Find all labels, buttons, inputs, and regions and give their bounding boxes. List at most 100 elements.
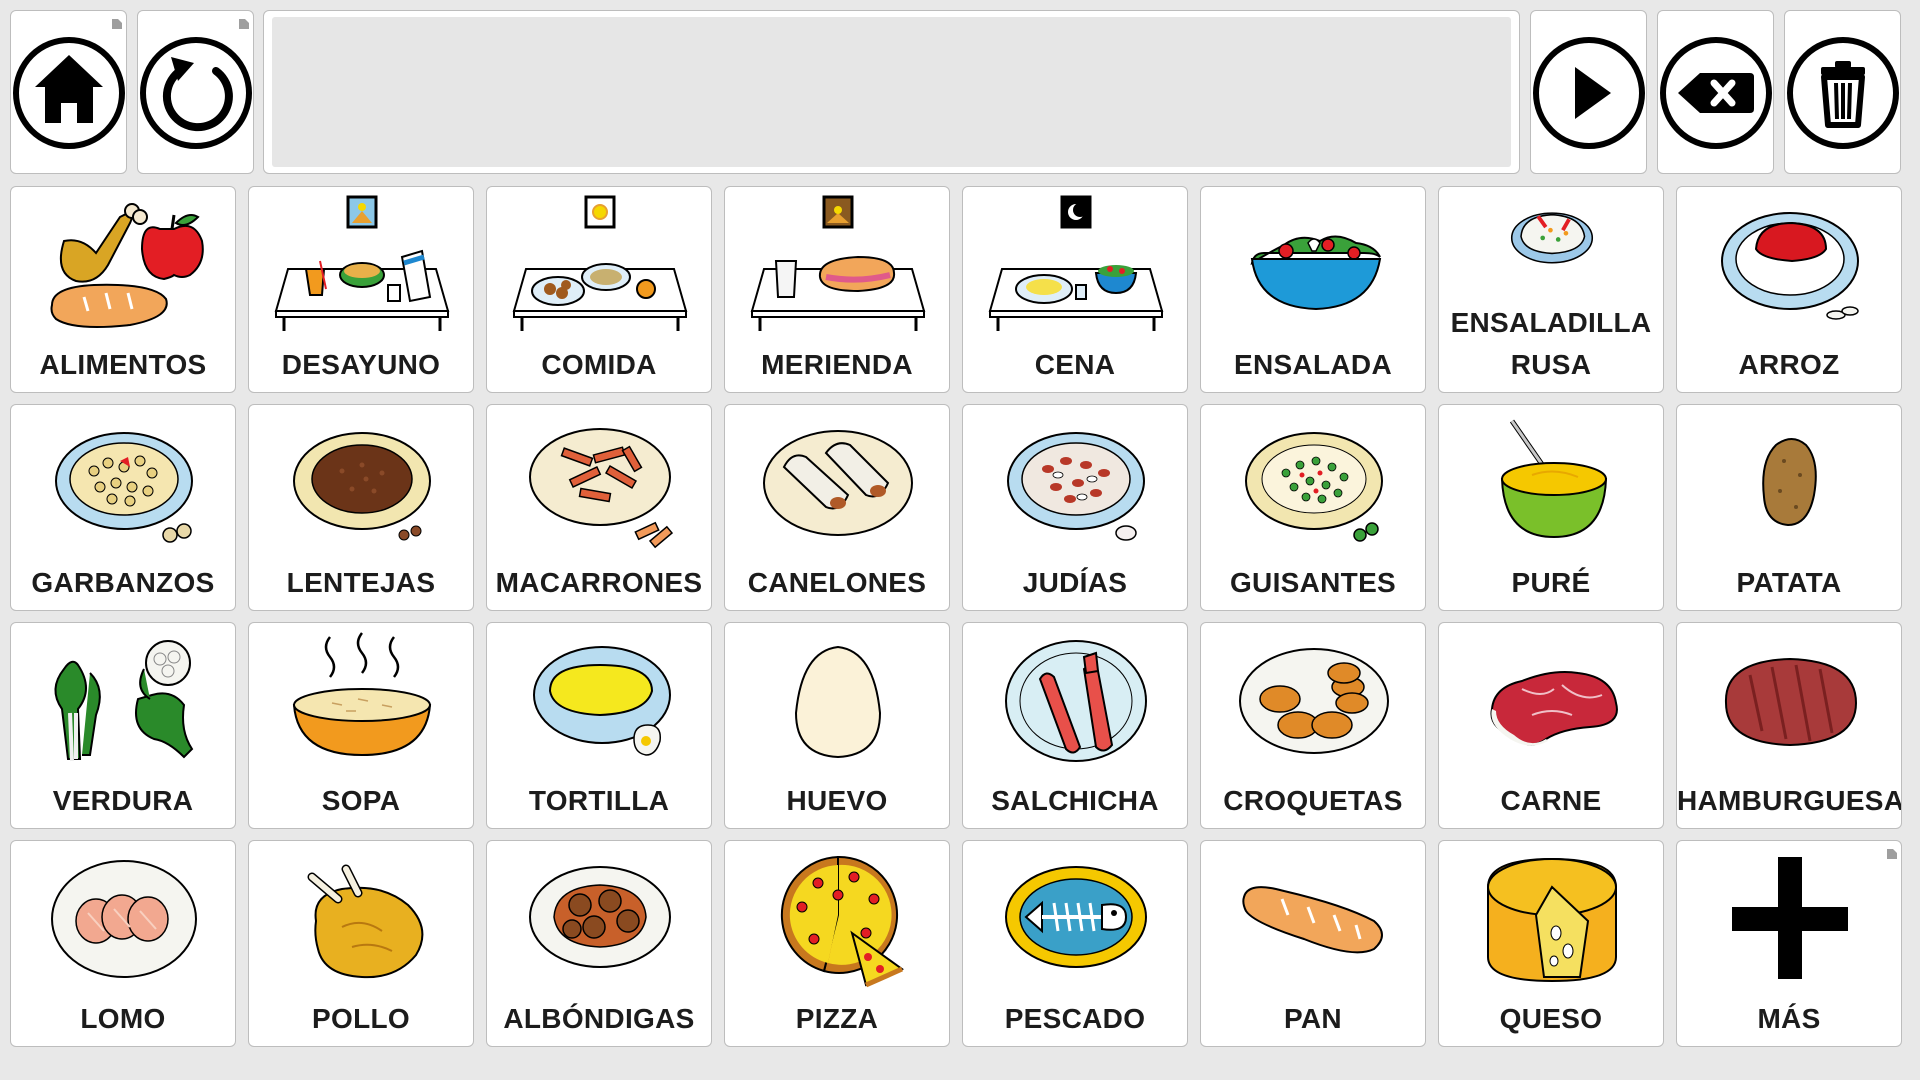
tile-label: CENA	[1034, 349, 1116, 380]
tile-queso[interactable]: QUESO	[1438, 840, 1664, 1047]
tile-label: LOMO	[80, 1003, 166, 1034]
tile-label-line1: ENSALADILLA	[1450, 307, 1652, 338]
tile-ensaladilla-rusa[interactable]: ENSALADILLA RUSA	[1438, 186, 1664, 393]
tile-lentejas[interactable]: LENTEJAS	[248, 404, 474, 611]
tile-judias[interactable]: JUDÍAS	[962, 404, 1188, 611]
tile-verdura[interactable]: VERDURA	[10, 622, 236, 829]
salad-bowl-icon	[1250, 235, 1382, 311]
play-icon	[1533, 37, 1645, 149]
dinner-table-icon	[988, 195, 1164, 331]
tile-albondigas[interactable]: ALBÓNDIGAS	[486, 840, 712, 1047]
tile-label: ENSALADA	[1234, 349, 1392, 380]
tile-label-line2: RUSA	[1510, 349, 1592, 380]
food-group-icon	[50, 203, 204, 328]
tile-label: CROQUETAS	[1223, 785, 1403, 816]
tile-arroz[interactable]: ARROZ	[1676, 186, 1902, 393]
undo-icon	[140, 37, 252, 149]
tile-merienda[interactable]: MERIENDA	[724, 186, 950, 393]
tile-lomo[interactable]: LOMO	[10, 840, 236, 1047]
russian-salad-icon	[1510, 212, 1594, 264]
cannelloni-plate-icon	[763, 430, 913, 536]
tile-hamburguesa[interactable]: HAMBURGUESA	[1676, 622, 1902, 829]
backspace-button[interactable]	[1657, 10, 1774, 174]
tile-label: ENSALADILLA RUSA	[1439, 302, 1663, 386]
sentence-display	[272, 17, 1511, 167]
tile-comida[interactable]: COMIDA	[486, 186, 712, 393]
chickpeas-plate-icon	[55, 432, 193, 543]
omelette-plate-icon	[533, 646, 671, 756]
tile-carne[interactable]: CARNE	[1438, 622, 1664, 829]
steak-icon	[1490, 671, 1618, 746]
tile-label: HUEVO	[786, 785, 888, 816]
croquettes-plate-icon	[1239, 648, 1389, 754]
tile-canelones[interactable]: CANELONES	[724, 404, 950, 611]
meatballs-plate-icon	[529, 866, 671, 968]
tile-patata[interactable]: PATATA	[1676, 404, 1902, 611]
puree-bowl-icon	[1500, 419, 1608, 539]
tile-salchicha[interactable]: SALCHICHA	[962, 622, 1188, 829]
home-button[interactable]	[10, 10, 127, 174]
tile-label: GUISANTES	[1229, 567, 1397, 598]
tile-huevo[interactable]: HUEVO	[724, 622, 950, 829]
tile-label: DESAYUNO	[281, 349, 441, 380]
bread-icon	[1242, 886, 1383, 954]
peas-plate-icon	[1245, 432, 1383, 542]
tile-garbanzos[interactable]: GARBANZOS	[10, 404, 236, 611]
sentence-bar[interactable]	[263, 10, 1520, 174]
tile-label: JUDÍAS	[1022, 567, 1128, 598]
tile-label: VERDURA	[52, 785, 194, 816]
tile-label: ARROZ	[1738, 349, 1840, 380]
tile-label: CANELONES	[747, 567, 927, 598]
tile-pure[interactable]: PURÉ	[1438, 404, 1664, 611]
tile-macarrones[interactable]: MACARRONES	[486, 404, 712, 611]
tile-pizza[interactable]: PIZZA	[724, 840, 950, 1047]
tile-cena[interactable]: CENA	[962, 186, 1188, 393]
tile-label: PATATA	[1736, 567, 1842, 598]
tile-ensalada[interactable]: ENSALADA	[1200, 186, 1426, 393]
tile-label: CARNE	[1500, 785, 1602, 816]
tile-alimentos[interactable]: ALIMENTOS	[10, 186, 236, 393]
tile-guisantes[interactable]: GUISANTES	[1200, 404, 1426, 611]
tile-label: LENTEJAS	[286, 567, 436, 598]
soup-bowl-icon	[292, 632, 432, 757]
tile-label: MÁS	[1757, 1003, 1821, 1034]
tile-pescado[interactable]: PESCADO	[962, 840, 1188, 1047]
vegetables-icon	[54, 640, 194, 762]
speak-button[interactable]	[1530, 10, 1647, 174]
tile-tortilla[interactable]: TORTILLA	[486, 622, 712, 829]
tile-label: GARBANZOS	[31, 567, 215, 598]
tile-label: MERIENDA	[761, 349, 913, 380]
tile-label: PESCADO	[1004, 1003, 1146, 1034]
tile-pollo[interactable]: POLLO	[248, 840, 474, 1047]
tile-label: COMIDA	[541, 349, 657, 380]
clear-button[interactable]	[1784, 10, 1901, 174]
tile-croquetas[interactable]: CROQUETAS	[1200, 622, 1426, 829]
breakfast-table-icon	[274, 195, 450, 331]
backspace-icon	[1660, 37, 1772, 149]
tile-label: PIZZA	[795, 1003, 879, 1034]
rice-plate-icon	[1721, 212, 1859, 320]
beans-plate-icon	[1007, 432, 1145, 541]
tile-pan[interactable]: PAN	[1200, 840, 1426, 1047]
folder-corner-mark	[1887, 849, 1897, 859]
tile-sopa[interactable]: SOPA	[248, 622, 474, 829]
tile-label: SALCHICHA	[991, 785, 1159, 816]
fish-plate-icon	[1005, 866, 1147, 968]
tile-label: PURÉ	[1511, 567, 1591, 598]
home-icon	[13, 37, 125, 149]
tile-label: POLLO	[312, 1003, 410, 1034]
pizza-icon	[780, 855, 904, 988]
cheese-icon	[1487, 857, 1617, 983]
tile-mas[interactable]: MÁS	[1676, 840, 1902, 1047]
potato-icon	[1762, 438, 1817, 527]
lunch-table-icon	[512, 195, 688, 331]
tile-label: PAN	[1284, 1003, 1342, 1034]
lentils-plate-icon	[293, 432, 431, 541]
back-button[interactable]	[137, 10, 254, 174]
tile-desayuno[interactable]: DESAYUNO	[248, 186, 474, 393]
tile-label: HAMBURGUESA	[1677, 785, 1902, 816]
tile-label: MACARRONES	[495, 567, 703, 598]
snack-table-icon	[750, 195, 926, 331]
tile-label: TORTILLA	[528, 785, 670, 816]
macaroni-plate-icon	[529, 428, 674, 549]
